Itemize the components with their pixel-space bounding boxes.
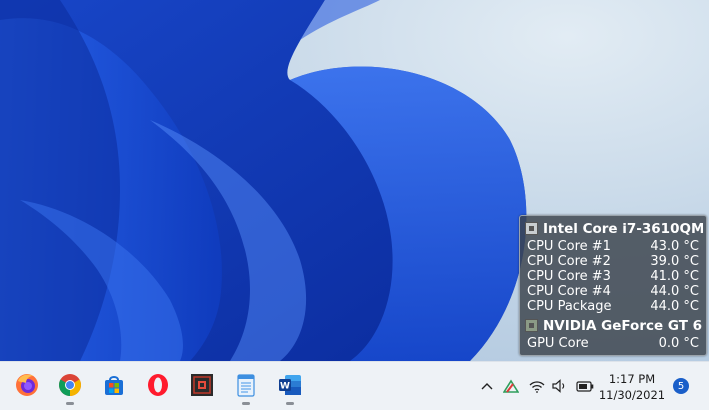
gpu-chip-icon [525, 319, 538, 332]
notification-badge[interactable]: 5 [673, 378, 689, 394]
clock-date: 11/30/2021 [598, 388, 666, 402]
chevron-up-icon [481, 383, 493, 390]
sensor-label: CPU Core #3 [527, 269, 611, 284]
gpu-name: NVIDIA GeForce GT 6 [543, 317, 702, 334]
desktop: Intel Core i7-3610QM CPU Core #1 43.0 °C… [0, 0, 709, 361]
wifi-button[interactable] [528, 377, 546, 395]
sensor-row: CPU Core #2 39.0 °C [527, 254, 699, 269]
battery-icon [576, 380, 594, 392]
taskbar-chrome[interactable] [56, 371, 84, 405]
sensor-row: CPU Core #4 44.0 °C [527, 284, 699, 299]
taskbar: W 1:17 PM 11/30/2021 5 [0, 361, 709, 410]
taskbar-notepad[interactable] [232, 371, 260, 405]
clock[interactable]: 1:17 PM 11/30/2021 [596, 371, 668, 403]
svg-text:W: W [280, 382, 290, 392]
notepad-icon [237, 374, 255, 397]
gpu-header: NVIDIA GeForce GT 6 [525, 317, 703, 334]
volume-icon [552, 379, 565, 393]
running-indicator [242, 402, 250, 405]
sensor-label: CPU Core #1 [527, 239, 611, 254]
sensor-label: GPU Core [527, 336, 589, 351]
chrome-icon [59, 374, 81, 396]
sensor-row: CPU Core #1 43.0 °C [527, 239, 699, 254]
sensor-value: 43.0 °C [650, 239, 699, 254]
sensor-gadget[interactable]: Intel Core i7-3610QM CPU Core #1 43.0 °C… [519, 215, 707, 356]
taskbar-opera[interactable] [144, 371, 172, 399]
firefox-icon [16, 374, 38, 396]
sensor-label: CPU Core #4 [527, 284, 611, 299]
cpu-header: Intel Core i7-3610QM [525, 220, 703, 237]
tray-app-icon-button[interactable] [502, 377, 520, 395]
sensor-row: CPU Core #3 41.0 °C [527, 269, 699, 284]
taskbar-firefox[interactable] [13, 371, 41, 399]
sensor-label: CPU Core #2 [527, 254, 611, 269]
sensor-value: 39.0 °C [650, 254, 699, 269]
word-icon: W [279, 375, 301, 395]
volume-button[interactable] [551, 377, 569, 395]
wifi-icon [529, 380, 545, 393]
taskbar-word[interactable]: W [276, 371, 304, 405]
taskbar-sensor-app[interactable] [188, 371, 216, 399]
clock-time: 1:17 PM [608, 372, 656, 386]
cpu-name: Intel Core i7-3610QM [543, 220, 703, 237]
battery-button[interactable] [576, 377, 594, 395]
running-indicator [286, 402, 294, 405]
sensor-label: CPU Package [527, 299, 612, 314]
sensor-value: 44.0 °C [650, 299, 699, 314]
sensor-value: 44.0 °C [650, 284, 699, 299]
sensor-row: GPU Core 0.0 °C [527, 336, 699, 351]
cpu-chip-icon [525, 222, 538, 235]
opera-icon [148, 374, 168, 396]
app-tray-icon [503, 379, 519, 393]
show-hidden-icons-button[interactable] [478, 377, 496, 395]
sensor-row: CPU Package 44.0 °C [527, 299, 699, 314]
sensor-value: 41.0 °C [650, 269, 699, 284]
sensor-app-icon [191, 374, 213, 396]
running-indicator [66, 402, 74, 405]
taskbar-store[interactable] [100, 371, 128, 399]
microsoft-store-icon [105, 376, 123, 395]
sensor-value: 0.0 °C [658, 336, 699, 351]
